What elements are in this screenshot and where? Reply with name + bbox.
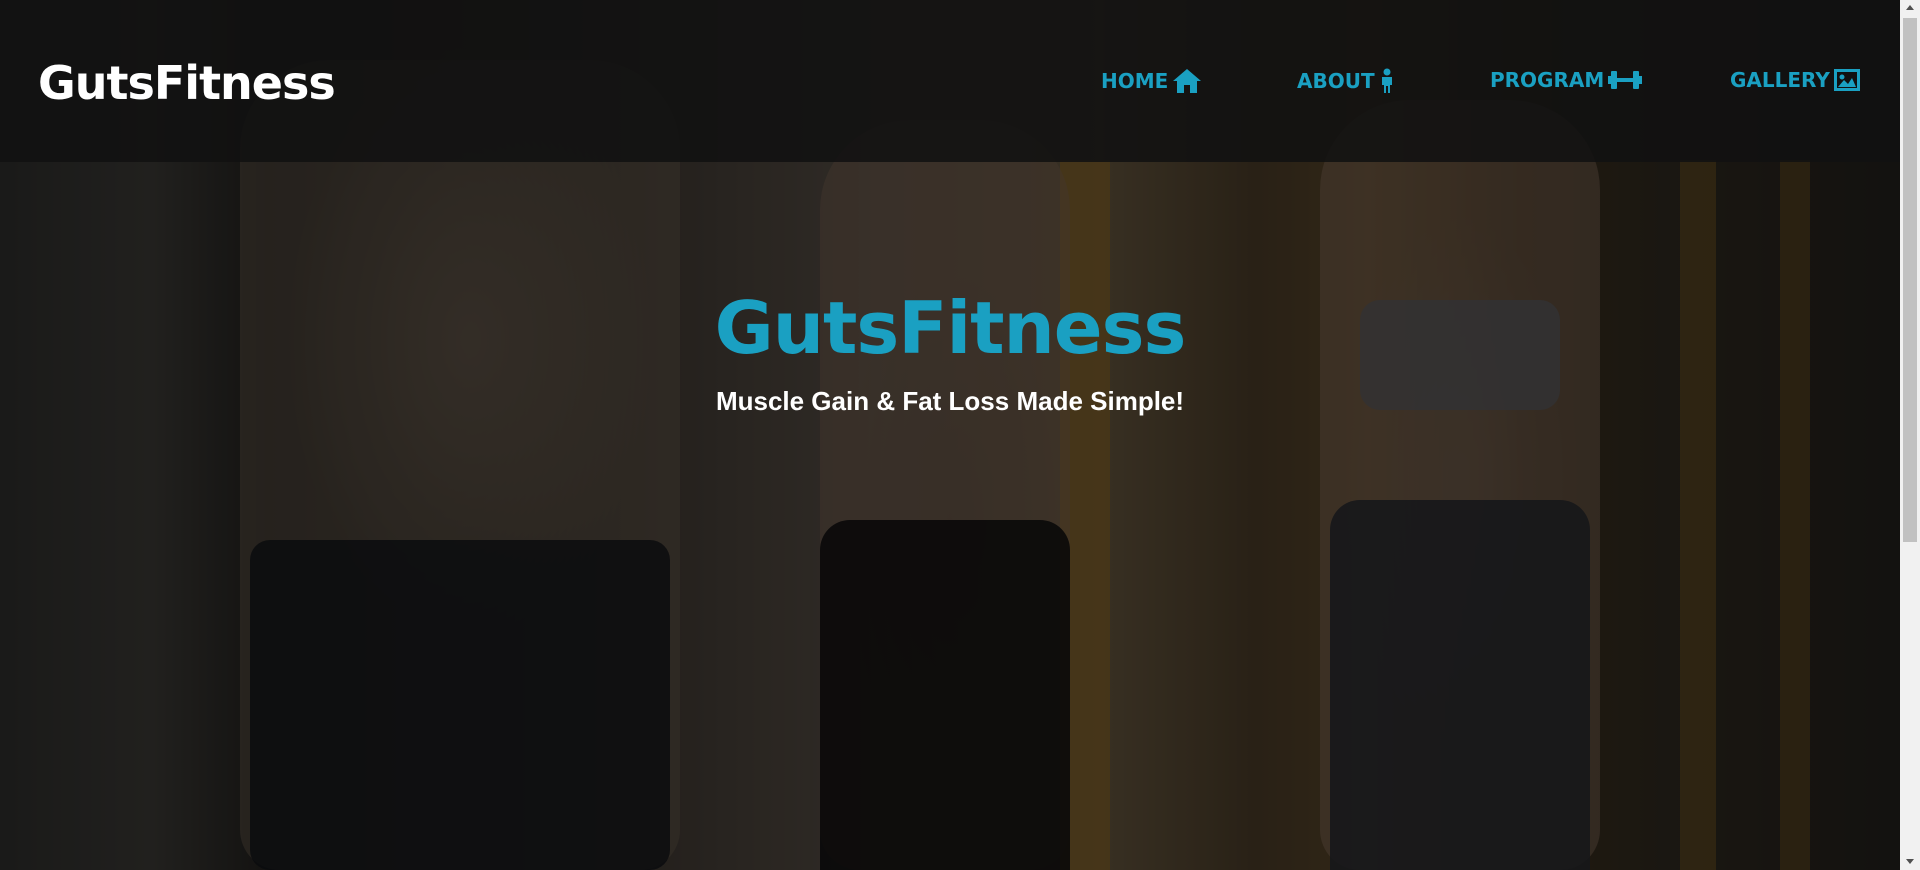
nav-home-link[interactable]: HOME	[1101, 68, 1202, 94]
nav-program-label: PROGRAM	[1490, 68, 1605, 92]
scrollbar-thumb[interactable]	[1903, 18, 1917, 542]
dumbbell-icon	[1608, 71, 1643, 89]
nav-about-label: ABOUT	[1297, 69, 1375, 93]
image-icon	[1833, 69, 1860, 91]
page: GutsFitness HOME ABOUT PROGRAM GALLERY G…	[0, 0, 1920, 870]
nav-home-label: HOME	[1101, 69, 1169, 93]
site-header: GutsFitness HOME ABOUT PROGRAM GALLERY	[0, 0, 1900, 162]
person-icon	[1381, 68, 1392, 93]
scroll-up-arrow-icon[interactable]	[1900, 0, 1920, 16]
nav-program-link[interactable]: PROGRAM	[1490, 68, 1643, 92]
hero-subtitle: Muscle Gain & Fat Loss Made Simple!	[715, 386, 1185, 416]
nav-gallery-link[interactable]: GALLERY	[1730, 68, 1860, 92]
home-icon	[1173, 69, 1202, 93]
main-nav: HOME ABOUT PROGRAM GALLERY	[0, 68, 1900, 98]
page-scrollbar[interactable]	[1900, 0, 1920, 870]
scroll-down-arrow-icon[interactable]	[1900, 854, 1920, 870]
nav-gallery-label: GALLERY	[1730, 68, 1830, 92]
hero-title: GutsFitness	[714, 286, 1187, 370]
nav-about-link[interactable]: ABOUT	[1297, 68, 1395, 94]
